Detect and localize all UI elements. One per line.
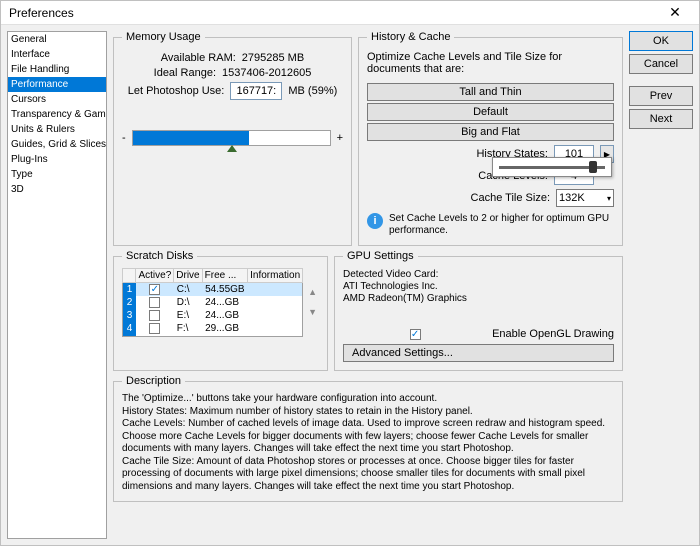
info-icon: i <box>367 213 383 229</box>
sidebar-item-general[interactable]: General <box>8 32 106 47</box>
gpu-settings-group: GPU Settings Detected Video Card: ATI Te… <box>334 250 623 371</box>
description-group: Description The 'Optimize...' buttons ta… <box>113 375 623 502</box>
ideal-range-value: 1537406-2012605 <box>222 67 311 79</box>
history-cache-group: History & Cache Optimize Cache Levels an… <box>358 31 623 246</box>
slider-plus[interactable]: + <box>337 132 343 144</box>
table-row[interactable]: 1 C:\ 54.55GB <box>123 283 303 297</box>
move-down-icon[interactable]: ▼ <box>306 307 319 317</box>
available-ram-label: Available RAM: <box>161 52 236 64</box>
cache-tile-value: 132K <box>559 192 585 204</box>
default-button[interactable]: Default <box>367 103 614 121</box>
close-button[interactable]: ✕ <box>655 2 695 24</box>
popup-slider-thumb[interactable] <box>589 161 597 173</box>
gpu-legend: GPU Settings <box>343 250 418 262</box>
sidebar-item-3d[interactable]: 3D <box>8 182 106 197</box>
cache-tile-label: Cache Tile Size: <box>471 192 550 204</box>
active-checkbox[interactable] <box>149 297 160 308</box>
active-checkbox[interactable] <box>149 323 160 334</box>
sidebar-item-performance[interactable]: Performance <box>8 77 106 92</box>
table-row[interactable]: 2 D:\ 24...GB <box>123 296 303 309</box>
slider-minus[interactable]: - <box>122 132 126 144</box>
detected-card-label: Detected Video Card: <box>343 269 614 280</box>
enable-opengl-label: Enable OpenGL Drawing <box>492 328 614 340</box>
col-free[interactable]: Free ... <box>202 269 247 283</box>
preferences-window: Preferences ✕ General Interface File Han… <box>0 0 700 546</box>
enable-opengl-checkbox[interactable] <box>410 329 421 340</box>
sidebar-item-interface[interactable]: Interface <box>8 47 106 62</box>
sidebar-item-guides[interactable]: Guides, Grid & Slices <box>8 137 106 152</box>
next-button[interactable]: Next <box>629 109 693 129</box>
sidebar-item-plugins[interactable]: Plug-Ins <box>8 152 106 167</box>
move-up-icon[interactable]: ▲ <box>306 287 319 297</box>
window-title: Preferences <box>5 6 655 20</box>
sidebar: General Interface File Handling Performa… <box>7 31 107 539</box>
advanced-settings-button[interactable]: Advanced Settings... <box>343 344 614 362</box>
ideal-range-label: Ideal Range: <box>154 67 216 79</box>
let-use-suffix: MB (59%) <box>288 85 337 97</box>
col-info[interactable]: Information <box>248 269 303 283</box>
table-row[interactable]: 3 E:\ 24...GB <box>123 309 303 322</box>
slider-thumb-icon[interactable] <box>227 145 237 152</box>
close-icon: ✕ <box>669 4 681 21</box>
sidebar-item-transparency[interactable]: Transparency & Gamut <box>8 107 106 122</box>
memory-usage-group: Memory Usage Available RAM: 2795285 MB I… <box>113 31 352 246</box>
cache-tile-select[interactable]: 132K ▾ <box>556 189 614 207</box>
scratch-table: Active? Drive Free ... Information 1 C:\… <box>122 268 303 337</box>
let-use-label: Let Photoshop Use: <box>128 85 225 97</box>
memory-slider[interactable] <box>132 130 331 146</box>
history-states-popup-slider[interactable] <box>492 157 612 177</box>
active-checkbox[interactable] <box>149 284 160 295</box>
available-ram-value: 2795285 MB <box>242 52 304 64</box>
description-text: The 'Optimize...' buttons take your hard… <box>122 393 614 493</box>
gpu-vendor: ATI Technologies Inc. <box>343 281 614 292</box>
scratch-disks-group: Scratch Disks Active? Drive Free ... Inf… <box>113 250 328 371</box>
titlebar: Preferences ✕ <box>1 1 699 25</box>
history-legend: History & Cache <box>367 31 454 43</box>
col-active[interactable]: Active? <box>136 269 174 283</box>
sidebar-item-cursors[interactable]: Cursors <box>8 92 106 107</box>
gpu-model: AMD Radeon(TM) Graphics <box>343 293 614 304</box>
big-flat-button[interactable]: Big and Flat <box>367 123 614 141</box>
let-use-input[interactable] <box>230 82 282 100</box>
col-drive[interactable]: Drive <box>174 269 202 283</box>
sidebar-item-file-handling[interactable]: File Handling <box>8 62 106 77</box>
sidebar-item-type[interactable]: Type <box>8 167 106 182</box>
description-legend: Description <box>122 375 185 387</box>
sidebar-item-units[interactable]: Units & Rulers <box>8 122 106 137</box>
cancel-button[interactable]: Cancel <box>629 54 693 74</box>
memory-legend: Memory Usage <box>122 31 205 43</box>
ok-button[interactable]: OK <box>629 31 693 51</box>
history-intro: Optimize Cache Levels and Tile Size for … <box>367 51 614 75</box>
gpu-info-text: Set Cache Levels to 2 or higher for opti… <box>389 213 614 237</box>
table-row[interactable]: 4 F:\ 29...GB <box>123 322 303 336</box>
active-checkbox[interactable] <box>149 310 160 321</box>
tall-thin-button[interactable]: Tall and Thin <box>367 83 614 101</box>
scratch-legend: Scratch Disks <box>122 250 197 262</box>
prev-button[interactable]: Prev <box>629 86 693 106</box>
chevron-down-icon: ▾ <box>607 194 611 203</box>
slider-fill <box>133 131 249 145</box>
